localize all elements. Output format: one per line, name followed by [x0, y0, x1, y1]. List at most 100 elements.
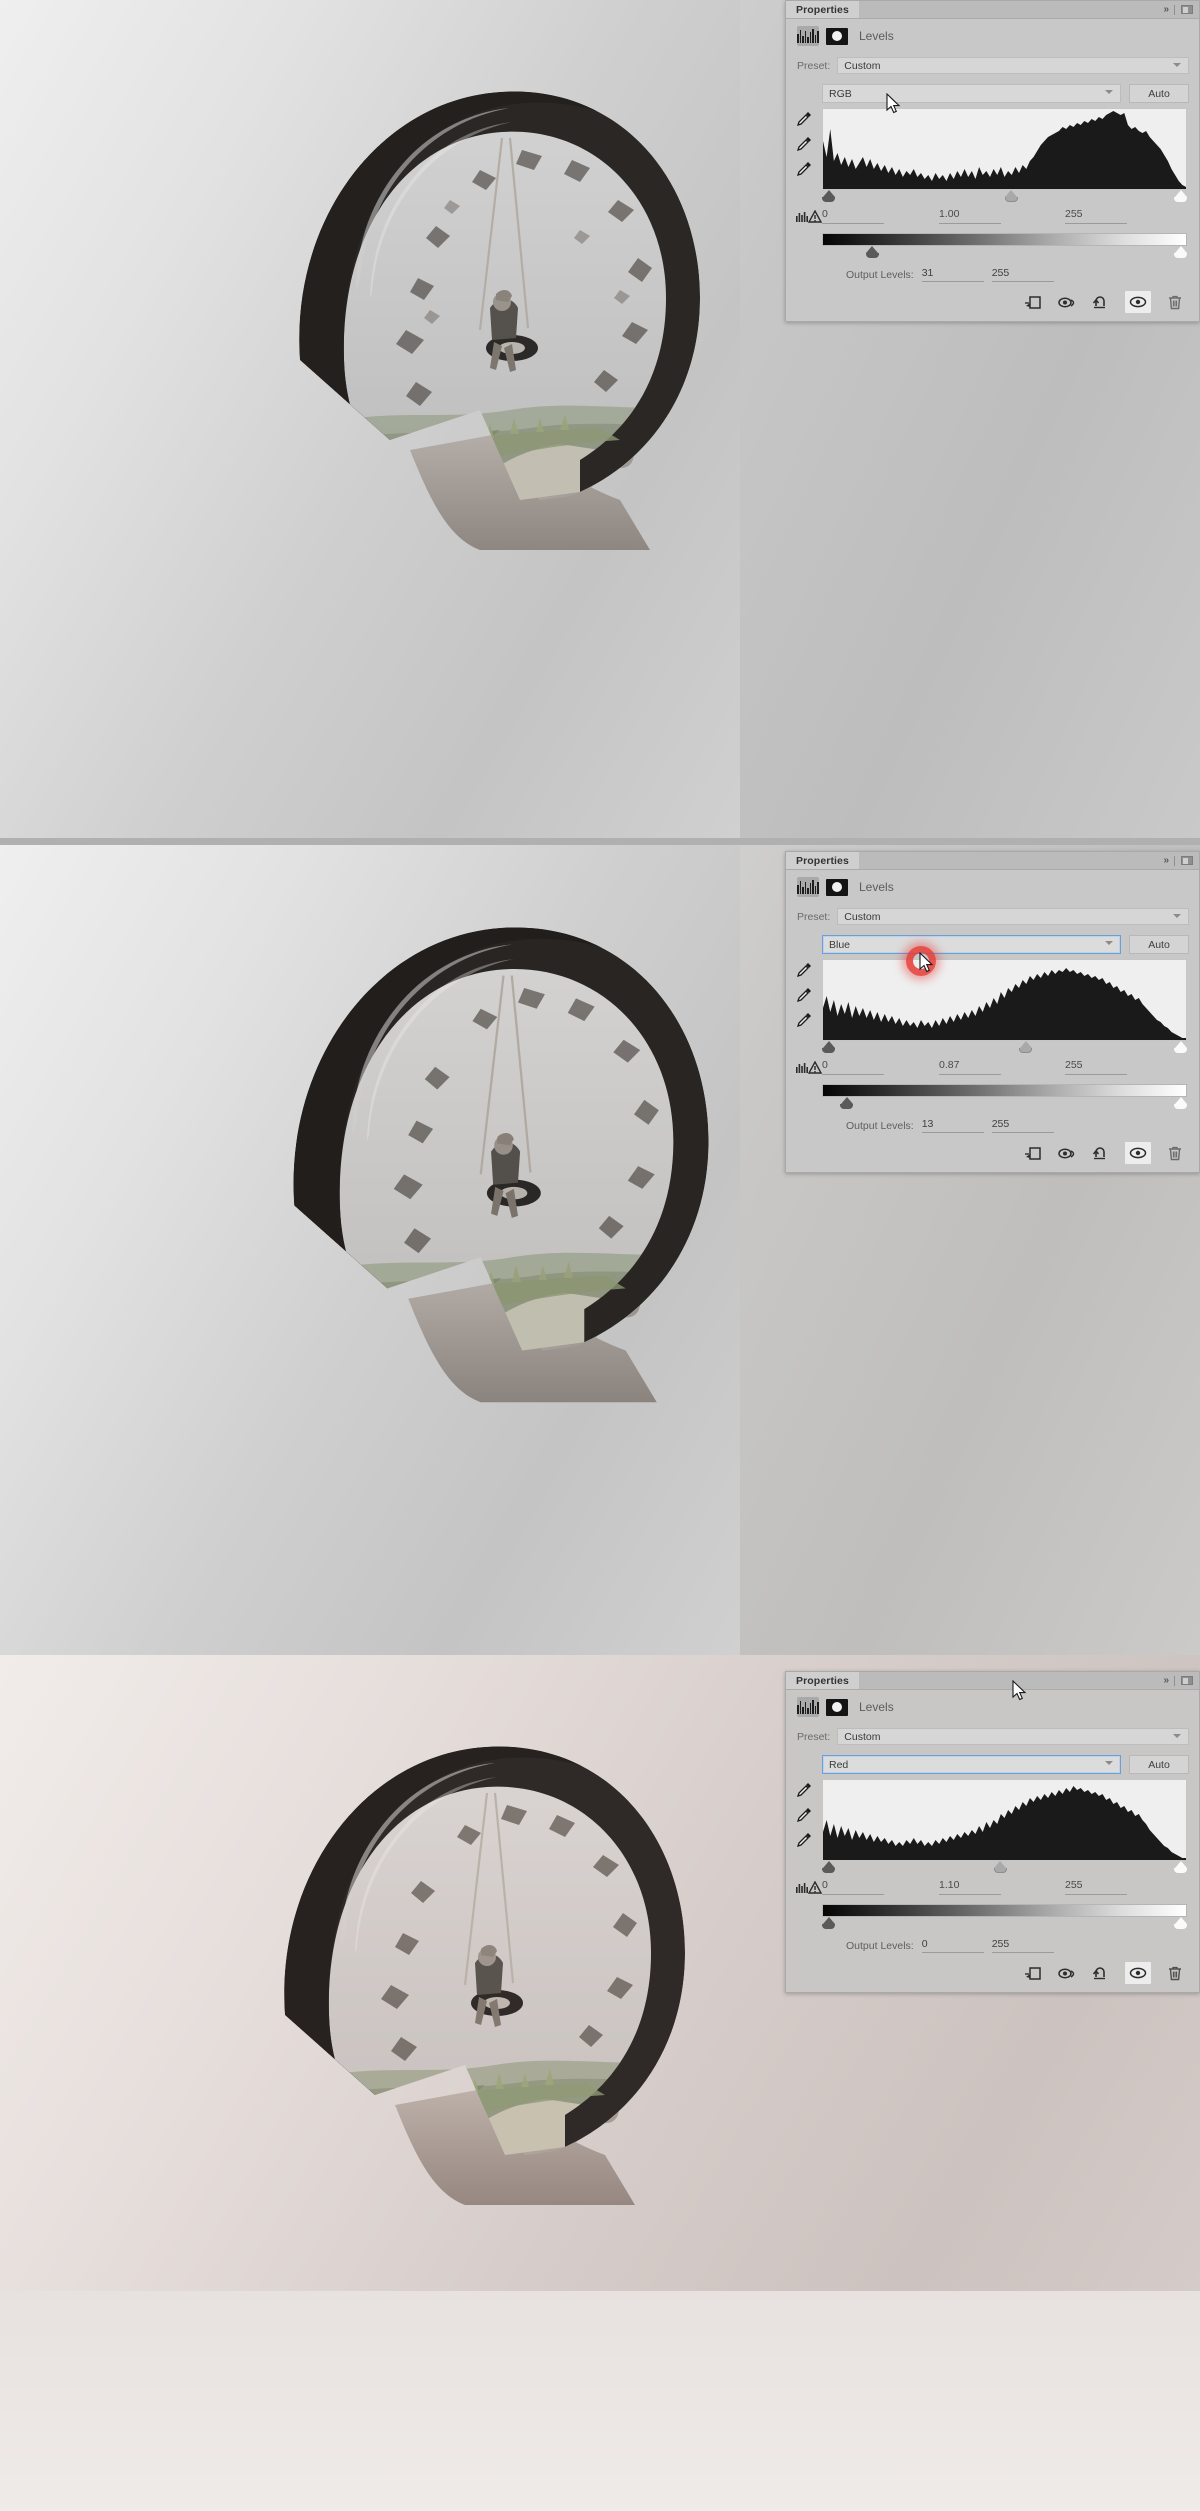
layer-mask-thumbnail-icon[interactable] — [826, 27, 848, 45]
preset-dropdown[interactable]: Custom — [837, 1728, 1189, 1745]
layer-mask-thumbnail-icon[interactable] — [826, 1698, 848, 1716]
screenshot-frame-3: Properties » Levels Preset: Custom Red A… — [0, 1655, 1200, 2511]
input-white-handle[interactable] — [1174, 1041, 1187, 1054]
input-gamma-handle[interactable] — [993, 1861, 1007, 1874]
toggle-layer-visibility-icon[interactable] — [1125, 291, 1151, 313]
input-levels-slider[interactable] — [822, 1041, 1187, 1057]
input-black-value[interactable]: 0 — [822, 1879, 884, 1895]
channel-row: Blue Auto — [786, 931, 1199, 959]
input-gamma-value[interactable]: 0.87 — [939, 1059, 1001, 1075]
delete-adjustment-layer-icon[interactable] — [1165, 293, 1185, 311]
input-gamma-value[interactable]: 1.10 — [939, 1879, 1001, 1895]
input-levels-slider[interactable] — [822, 190, 1187, 206]
clip-to-layer-icon[interactable] — [1023, 293, 1043, 311]
reset-adjustment-icon[interactable] — [1091, 1144, 1111, 1162]
chevron-down-icon — [1105, 90, 1113, 94]
input-levels-slider[interactable] — [822, 1861, 1187, 1877]
input-black-value[interactable]: 0 — [822, 1059, 884, 1075]
output-white-value[interactable]: 255 — [991, 1118, 1054, 1133]
output-black-handle[interactable] — [840, 1097, 854, 1110]
tab-properties[interactable]: Properties — [786, 852, 859, 869]
view-previous-state-icon[interactable] — [1057, 293, 1077, 311]
tab-properties[interactable]: Properties — [786, 1, 859, 18]
levels-histogram-icon — [796, 877, 820, 897]
input-white-value[interactable]: 255 — [1065, 1879, 1127, 1895]
input-white-value[interactable]: 255 — [1065, 1059, 1127, 1075]
auto-button[interactable]: Auto — [1129, 84, 1189, 103]
input-gamma-handle[interactable] — [1019, 1041, 1033, 1054]
channel-dropdown[interactable]: Blue — [822, 935, 1121, 954]
reset-adjustment-icon[interactable] — [1091, 1964, 1111, 1982]
layer-mask-thumbnail-icon[interactable] — [826, 878, 848, 896]
histogram-blue[interactable] — [822, 959, 1187, 1041]
view-previous-state-icon[interactable] — [1057, 1964, 1077, 1982]
output-white-handle[interactable] — [1174, 246, 1187, 259]
gray-point-eyedropper-icon[interactable] — [794, 137, 814, 153]
output-black-value[interactable]: 0 — [921, 1938, 984, 1953]
output-levels-slider[interactable] — [822, 1917, 1187, 1932]
panel-menu-icon[interactable] — [1181, 1676, 1193, 1685]
toggle-layer-visibility-icon[interactable] — [1125, 1142, 1151, 1164]
input-white-value[interactable]: 255 — [1065, 208, 1127, 224]
output-black-value[interactable]: 13 — [921, 1118, 984, 1133]
gray-point-eyedropper-icon[interactable] — [794, 1808, 814, 1824]
panel-menu-icon[interactable] — [1181, 5, 1193, 14]
reset-adjustment-icon[interactable] — [1091, 293, 1111, 311]
gray-point-eyedropper-icon[interactable] — [794, 988, 814, 1004]
white-point-eyedropper-icon[interactable] — [794, 1013, 814, 1029]
output-white-handle[interactable] — [1174, 1097, 1187, 1110]
delete-adjustment-layer-icon[interactable] — [1165, 1964, 1185, 1982]
auto-label: Auto — [1148, 87, 1170, 100]
input-black-handle[interactable] — [822, 1861, 835, 1874]
input-black-value[interactable]: 0 — [822, 208, 884, 224]
white-point-eyedropper-icon[interactable] — [794, 162, 814, 178]
clip-to-layer-icon[interactable] — [1023, 1964, 1043, 1982]
input-gamma-value[interactable]: 1.00 — [939, 208, 1001, 224]
tab-properties[interactable]: Properties — [786, 1672, 859, 1689]
output-white-handle[interactable] — [1174, 1917, 1187, 1930]
histogram-red[interactable] — [822, 1779, 1187, 1861]
properties-panel[interactable]: Properties » Levels Preset: C — [785, 851, 1200, 1173]
collapse-panel-icon[interactable]: » — [1163, 1675, 1168, 1686]
histogram-rgb[interactable] — [822, 108, 1187, 190]
preset-dropdown[interactable]: Custom — [837, 908, 1189, 925]
black-point-eyedropper-icon[interactable] — [794, 112, 814, 128]
input-gamma-handle[interactable] — [1004, 190, 1018, 203]
input-black-handle[interactable] — [822, 1041, 835, 1054]
black-point-eyedropper-icon[interactable] — [794, 1783, 814, 1799]
input-white-handle[interactable] — [1174, 1861, 1187, 1874]
screen-stage: Properties » Levels Preset: Custom RGB A… — [0, 0, 1200, 2511]
collapse-panel-icon[interactable]: » — [1163, 855, 1168, 866]
input-black-handle[interactable] — [822, 190, 835, 203]
preset-row: Preset: Custom — [786, 904, 1199, 931]
properties-panel[interactable]: Properties » Levels Preset: C — [785, 0, 1200, 322]
output-levels-slider[interactable] — [822, 246, 1187, 261]
preset-dropdown[interactable]: Custom — [837, 57, 1189, 74]
auto-button[interactable]: Auto — [1129, 1755, 1189, 1774]
delete-adjustment-layer-icon[interactable] — [1165, 1144, 1185, 1162]
output-black-handle[interactable] — [822, 1917, 835, 1930]
panel-menu-icon[interactable] — [1181, 856, 1193, 865]
collapse-panel-icon[interactable]: » — [1163, 4, 1168, 15]
auto-button[interactable]: Auto — [1129, 935, 1189, 954]
output-levels-slider[interactable] — [822, 1097, 1187, 1112]
toggle-layer-visibility-icon[interactable] — [1125, 1962, 1151, 1984]
input-white-handle[interactable] — [1174, 190, 1187, 203]
output-black-handle[interactable] — [865, 246, 879, 259]
auto-label: Auto — [1148, 938, 1170, 951]
output-white-value[interactable]: 255 — [991, 267, 1054, 282]
clip-to-layer-icon[interactable] — [1023, 1144, 1043, 1162]
channel-dropdown[interactable]: Red — [822, 1755, 1121, 1774]
click-indicator — [906, 946, 936, 976]
view-previous-state-icon[interactable] — [1057, 1144, 1077, 1162]
white-point-eyedropper-icon[interactable] — [794, 1833, 814, 1849]
channel-value: RGB — [829, 87, 852, 100]
output-levels-label: Output Levels: — [846, 1119, 914, 1132]
black-point-eyedropper-icon[interactable] — [794, 963, 814, 979]
output-black-value[interactable]: 31 — [921, 267, 984, 282]
output-white-value[interactable]: 255 — [991, 1938, 1054, 1953]
preset-label: Preset: — [797, 59, 831, 72]
properties-panel[interactable]: Properties » Levels Preset: C — [785, 1671, 1200, 1993]
channel-dropdown[interactable]: RGB — [822, 84, 1121, 103]
input-levels-values: 0 1.00 255 — [796, 208, 1187, 228]
